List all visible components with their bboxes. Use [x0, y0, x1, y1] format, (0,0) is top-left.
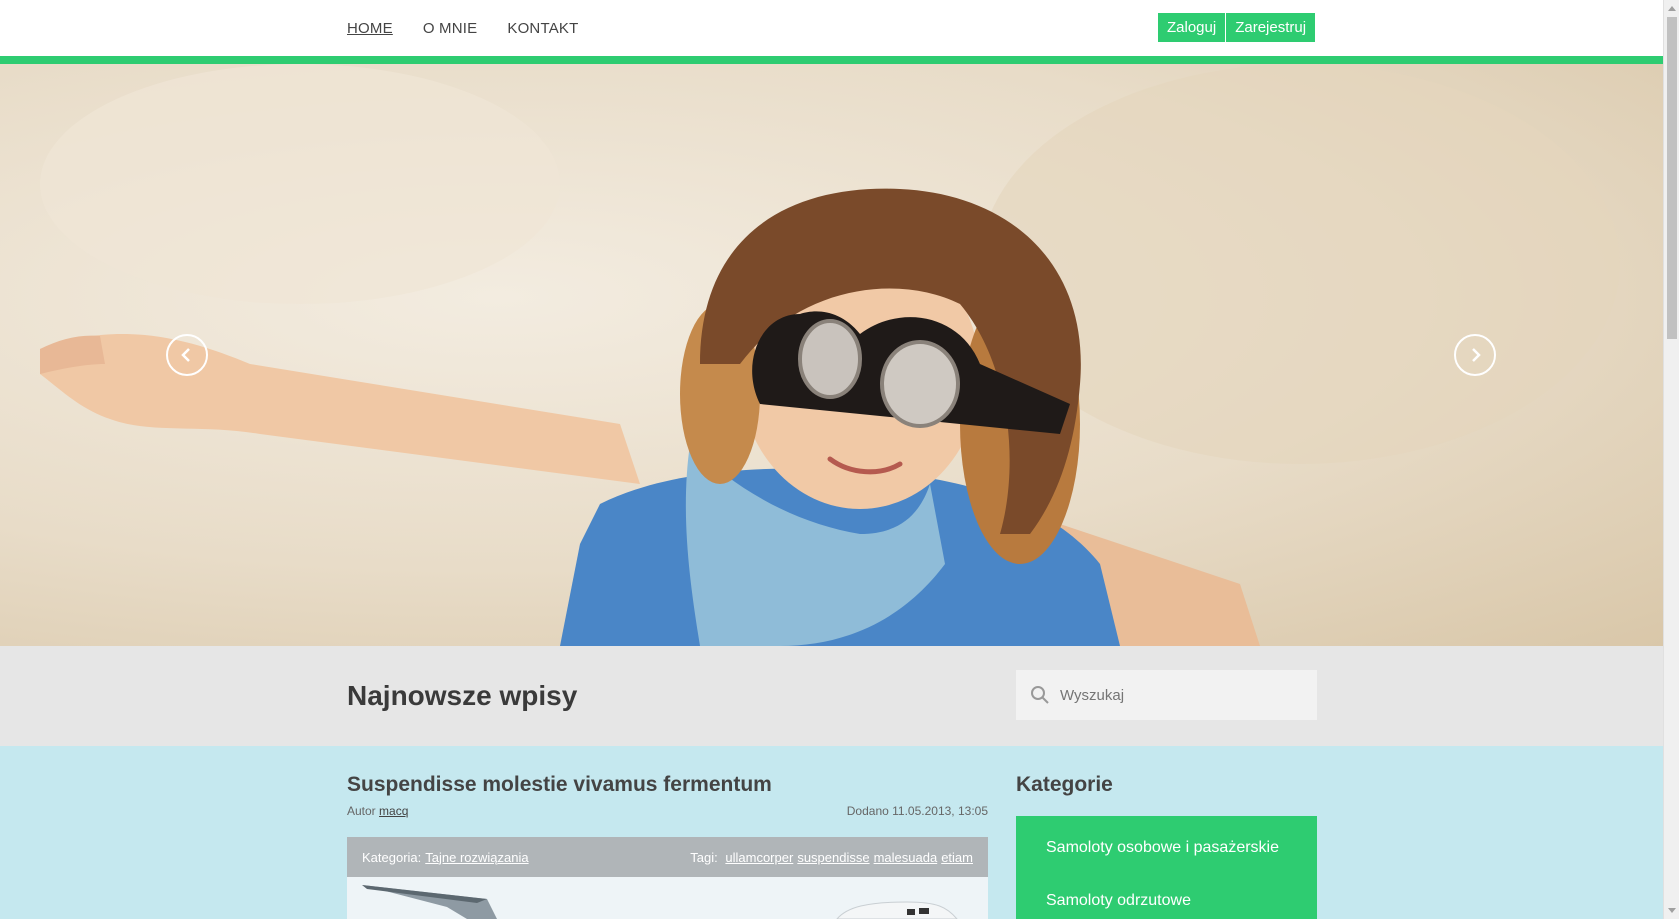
scrollbar-thumb[interactable] [1667, 17, 1677, 339]
page-scrollbar[interactable] [1663, 0, 1679, 919]
post-category: Kategoria: Tajne rozwiązania [362, 850, 529, 865]
category-item[interactable]: Samoloty odrzutowe [1016, 892, 1317, 910]
chevron-left-icon [181, 348, 190, 362]
airplane-image [362, 885, 958, 919]
page-title: Najnowsze wpisy [347, 680, 578, 711]
register-button[interactable]: Zarejestruj [1226, 13, 1316, 42]
sidebar-title: Kategorie [1016, 773, 1113, 796]
post-author: Autor macq [347, 804, 408, 818]
nav-contact[interactable]: KONTAKT [507, 20, 578, 37]
post-info-bar: Kategoria: Tajne rozwiązania Tagi: ullamc… [347, 837, 988, 877]
author-label: Autor [347, 804, 376, 818]
post-tags: Tagi: ullamcorper suspendisse malesuada eti… [690, 850, 973, 865]
hero-image [40, 64, 1620, 646]
tag-link[interactable]: etiam [941, 850, 973, 865]
tag-link[interactable]: ullamcorper [725, 850, 793, 865]
main-menu: HOME O MNIE KONTAKT [347, 0, 609, 56]
post-meta: Autor macq Dodano 11.05.2013, 13:05 [347, 804, 988, 818]
slider-prev-button[interactable] [166, 334, 208, 376]
author-link[interactable]: macq [379, 804, 408, 818]
tag-link[interactable]: suspendisse [797, 850, 869, 865]
auth-buttons: Zaloguj Zarejestruj [1158, 13, 1316, 42]
post-image[interactable] [347, 877, 988, 919]
post-date: Dodano 11.05.2013, 13:05 [846, 804, 988, 818]
scroll-down-icon[interactable] [1668, 908, 1676, 913]
slider-next-button[interactable] [1454, 334, 1496, 376]
category-item[interactable]: Samoloty osobowe i pasażerskie [1016, 839, 1317, 857]
search-input[interactable] [1060, 686, 1300, 704]
nav-home[interactable]: HOME [347, 20, 393, 37]
hero-slider [0, 64, 1663, 646]
search-icon [1031, 686, 1049, 704]
scroll-up-icon[interactable] [1668, 6, 1676, 11]
top-navigation: HOME O MNIE KONTAKT Zaloguj Zarejestruj [0, 0, 1663, 56]
accent-divider [0, 56, 1663, 64]
main-content: Suspendisse molestie vivamus fermentum A… [0, 746, 1663, 919]
tags-label: Tagi: [690, 849, 718, 865]
category-label: Kategoria: [362, 849, 422, 865]
section-header: Najnowsze wpisy [0, 646, 1663, 746]
category-link[interactable]: Tajne rozwiązania [425, 850, 528, 865]
search-box [1016, 670, 1317, 720]
tag-link[interactable]: malesuada [874, 850, 938, 865]
category-list: Samoloty osobowe i pasażerskie Samoloty … [1016, 816, 1317, 919]
login-button[interactable]: Zaloguj [1158, 13, 1226, 42]
chevron-right-icon [1472, 348, 1481, 362]
nav-about[interactable]: O MNIE [423, 20, 478, 37]
post-title[interactable]: Suspendisse molestie vivamus fermentum [347, 773, 772, 797]
